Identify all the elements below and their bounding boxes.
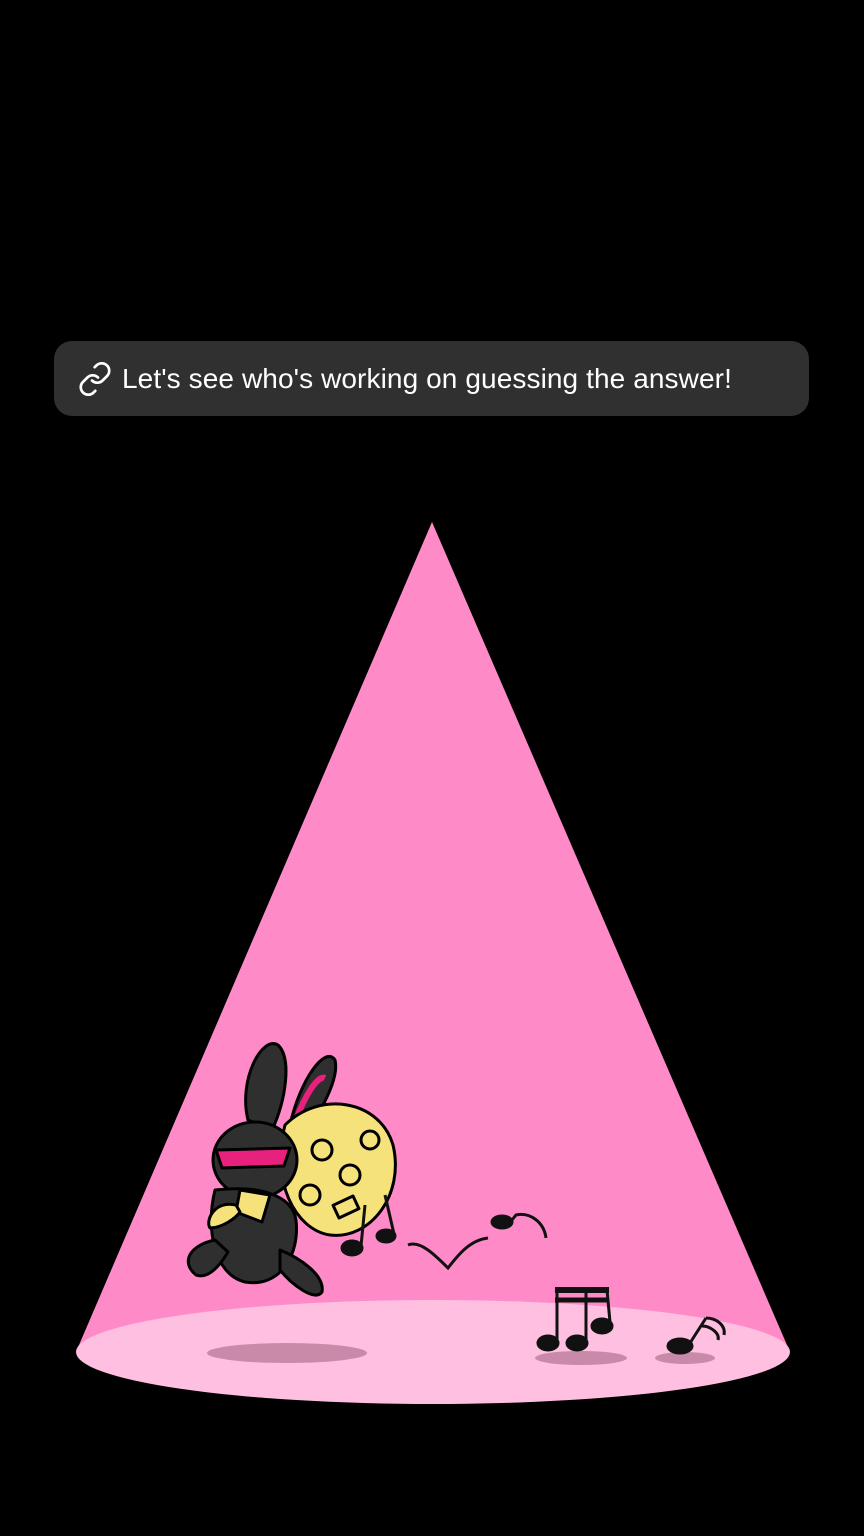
bunny-shadow [207,1343,367,1363]
spotlight-cone [76,522,790,1352]
link-icon [76,360,114,398]
note-shadow [535,1351,627,1365]
toast-notification[interactable]: Let's see who's working on guessing the … [54,341,809,416]
spotlight-illustration [76,522,790,1404]
toast-message: Let's see who's working on guessing the … [122,362,732,394]
